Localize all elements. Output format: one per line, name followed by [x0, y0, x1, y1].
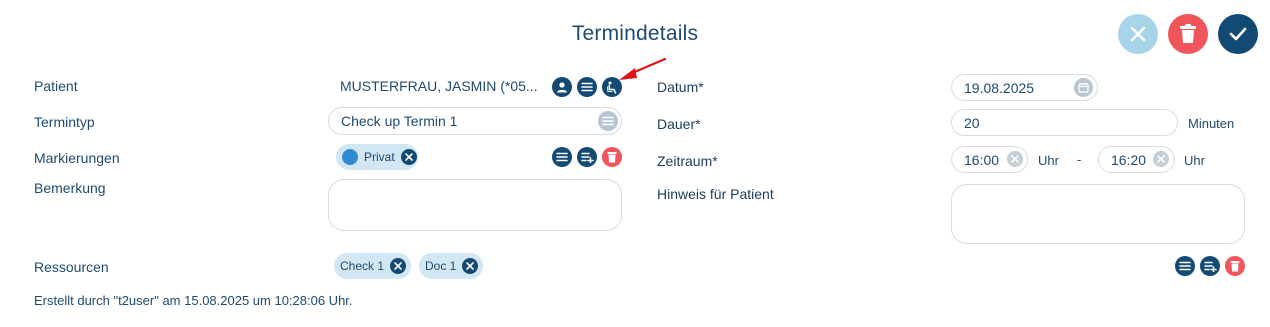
list-icon: [1179, 261, 1191, 271]
patient-value[interactable]: MUSTERFRAU, JASMIN (*05...: [340, 78, 538, 94]
datum-calendar-button[interactable]: [1074, 78, 1093, 97]
dauer-label: Dauer*: [657, 116, 701, 132]
datum-label: Datum*: [657, 79, 704, 95]
zeit-bis-value: 16:20: [1111, 151, 1147, 168]
close-icon: [404, 153, 413, 161]
ressource-chip-label: Check 1: [340, 259, 385, 273]
remove-chip-button[interactable]: [390, 258, 407, 274]
close-icon: [1011, 155, 1019, 163]
dauer-unit: Minuten: [1188, 116, 1235, 131]
patient-profile-button[interactable]: [552, 77, 572, 97]
ressource-chip-label: Doc 1: [425, 259, 457, 273]
ressource-chip: Doc 1: [419, 253, 483, 279]
trash-icon: [1180, 24, 1196, 43]
markierungen-add-button[interactable]: [577, 147, 597, 167]
close-button[interactable]: [1118, 14, 1158, 54]
markierungen-list-button[interactable]: [552, 147, 572, 167]
remove-chip-button[interactable]: [462, 258, 479, 274]
delete-button[interactable]: [1168, 14, 1208, 54]
termintyp-select[interactable]: Check up Termin 1: [328, 107, 622, 135]
playlist-add-icon: [580, 152, 594, 163]
check-icon: [1229, 27, 1247, 41]
patient-label: Patient: [34, 78, 78, 94]
close-icon: [394, 262, 402, 270]
bemerkung-textarea[interactable]: [328, 179, 622, 231]
zeit-bis-clear-button[interactable]: [1153, 151, 1169, 167]
markierung-chip-label: Privat: [364, 150, 395, 164]
list-icon: [556, 152, 568, 162]
ressource-chip: Check 1: [334, 253, 411, 279]
uhr-label-von: Uhr: [1038, 153, 1059, 168]
ressourcen-add-button[interactable]: [1200, 256, 1220, 276]
trash-icon: [607, 152, 617, 163]
zeit-separator: -: [1077, 152, 1082, 167]
termintyp-list-button[interactable]: [598, 111, 618, 131]
hinweis-label: Hinweis für Patient: [657, 186, 774, 202]
zeit-von-value: 16:00: [964, 151, 1000, 168]
created-by-info: Erstellt durch "t2user" am 15.08.2025 um…: [34, 293, 353, 308]
confirm-button[interactable]: [1218, 14, 1258, 54]
markierungen-delete-button[interactable]: [602, 147, 622, 167]
close-icon: [466, 262, 475, 270]
close-icon: [1157, 155, 1165, 163]
dialog-title: Termindetails: [571, 22, 699, 45]
termintyp-label: Termintyp: [34, 114, 95, 130]
close-icon: [1130, 26, 1146, 42]
list-icon: [602, 116, 614, 126]
list-icon: [581, 82, 593, 92]
markierung-chip-privat: Privat: [336, 144, 418, 170]
calendar-icon: [1078, 83, 1089, 93]
dauer-value: 20: [964, 114, 980, 131]
markierungen-label: Markierungen: [34, 150, 120, 166]
termintyp-value: Check up Termin 1: [341, 113, 458, 129]
remove-chip-button[interactable]: [400, 149, 417, 165]
ressourcen-label: Ressourcen: [34, 259, 109, 275]
zeit-von-clear-button[interactable]: [1007, 151, 1023, 167]
dauer-input[interactable]: 20: [951, 109, 1178, 136]
datum-value: 19.08.2025: [964, 79, 1035, 96]
playlist-add-icon: [1203, 261, 1217, 272]
uhr-label-bis: Uhr: [1184, 153, 1205, 168]
zeitraum-label: Zeitraum*: [657, 153, 718, 169]
bemerkung-label: Bemerkung: [34, 180, 106, 196]
hinweis-textarea[interactable]: [951, 184, 1245, 244]
trash-icon: [1230, 261, 1240, 272]
ressourcen-list-button[interactable]: [1175, 256, 1195, 276]
user-icon: [557, 82, 567, 93]
ressourcen-delete-button[interactable]: [1225, 256, 1245, 276]
patient-list-button[interactable]: [577, 77, 597, 97]
color-dot-icon: [342, 149, 358, 165]
